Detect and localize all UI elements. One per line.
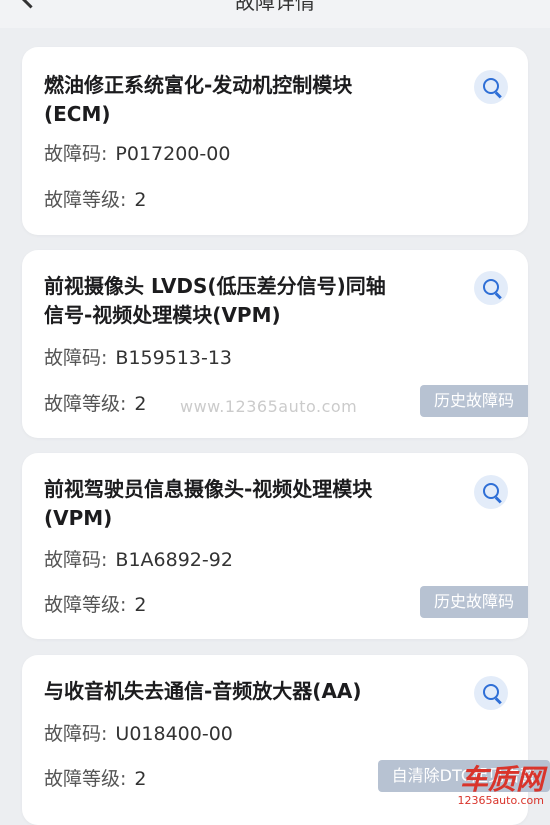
fault-name: 前视摄像头 LVDS(低压差分信号)同轴 信号-视频处理模块(VPM) xyxy=(44,272,464,330)
fault-name-line1: 前视摄像头 LVDS(低压差分信号)同轴 xyxy=(44,274,386,298)
fault-code-label: 故障码: xyxy=(44,723,108,745)
fault-name-line2: 信号-视频处理模块(VPM) xyxy=(44,303,281,327)
search-icon-handle xyxy=(495,697,502,705)
fault-level-row: 故障等级: 2 xyxy=(44,592,147,618)
search-button[interactable] xyxy=(474,70,508,104)
fault-code-row: 故障码: P017200-00 xyxy=(44,141,230,167)
fault-level-label: 故障等级: xyxy=(44,393,127,415)
site-logo: 车质网 12365auto.com xyxy=(452,765,544,809)
search-icon-handle xyxy=(495,496,502,504)
fault-code-value: P017200-00 xyxy=(115,143,231,165)
logo-title: 车质网 xyxy=(459,763,544,796)
fault-level-row: 故障等级: 2 xyxy=(44,391,147,417)
search-icon-handle xyxy=(495,292,502,300)
fault-name-line1: 与收音机失去通信-音频放大器(AA) xyxy=(44,679,362,703)
fault-code-row: 故障码: B1A6892-92 xyxy=(44,547,233,573)
search-icon-handle xyxy=(495,91,502,99)
search-button[interactable] xyxy=(474,475,508,509)
page-title: 故障详情 xyxy=(235,0,315,14)
fault-level-label: 故障等级: xyxy=(44,594,127,616)
fault-level-value: 2 xyxy=(134,189,147,211)
fault-name: 前视驾驶员信息摄像头-视频处理模块 (VPM) xyxy=(44,475,464,533)
dtc-card: 前视驾驶员信息摄像头-视频处理模块 (VPM) 故障码: B1A6892-92 故… xyxy=(22,453,528,639)
fault-name: 燃油修正系统富化-发动机控制模块 (ECM) xyxy=(44,71,464,129)
fault-code-label: 故障码: xyxy=(44,143,108,165)
fault-name-line2: (ECM) xyxy=(44,102,111,126)
fault-code-value: B1A6892-92 xyxy=(115,549,233,571)
fault-code-value: U018400-00 xyxy=(115,723,233,745)
fault-level-label: 故障等级: xyxy=(44,768,127,790)
history-code-tag: 历史故障码 xyxy=(419,586,528,618)
search-button[interactable] xyxy=(474,676,508,710)
fault-name-line2: (VPM) xyxy=(44,506,113,530)
fault-name: 与收音机失去通信-音频放大器(AA) xyxy=(44,677,464,706)
search-button[interactable] xyxy=(474,271,508,305)
history-code-tag: 历史故障码 xyxy=(419,385,528,417)
logo-url: 12365auto.com xyxy=(457,794,544,807)
fault-name-line1: 前视驾驶员信息摄像头-视频处理模块 xyxy=(44,477,373,501)
fault-name-line1: 燃油修正系统富化-发动机控制模块 xyxy=(44,73,353,97)
fault-level-row: 故障等级: 2 xyxy=(44,766,147,792)
fault-level-label: 故障等级: xyxy=(44,189,127,211)
fault-code-value: B159513-13 xyxy=(115,347,233,369)
fault-code-row: 故障码: U018400-00 xyxy=(44,721,233,747)
fault-code-row: 故障码: B159513-13 xyxy=(44,345,232,371)
fault-level-row: 故障等级: 2 xyxy=(44,187,147,213)
fault-level-value: 2 xyxy=(134,768,147,790)
fault-code-label: 故障码: xyxy=(44,347,108,369)
dtc-card: 燃油修正系统富化-发动机控制模块 (ECM) 故障码: P017200-00 故障… xyxy=(22,47,528,235)
fault-level-value: 2 xyxy=(134,594,147,616)
fault-level-value: 2 xyxy=(134,393,147,415)
top-bar: 故障详情 xyxy=(0,0,550,28)
fault-code-label: 故障码: xyxy=(44,549,108,571)
watermark-text: www.12365auto.com xyxy=(180,397,358,416)
